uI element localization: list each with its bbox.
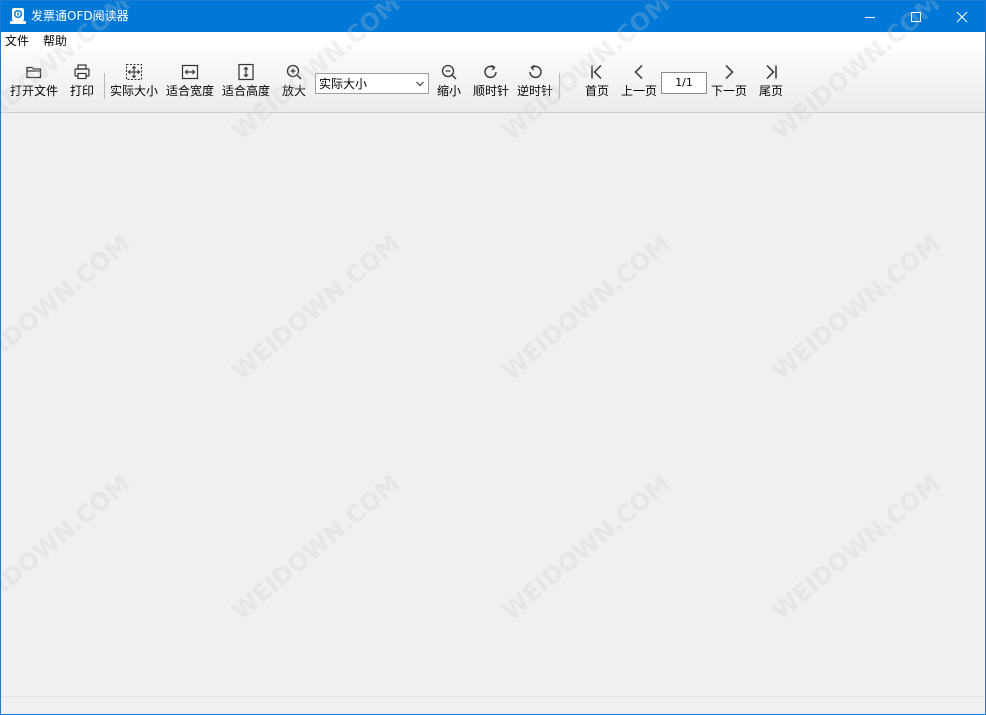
actual-size-label: 实际大小 bbox=[109, 84, 158, 98]
close-icon bbox=[956, 11, 968, 23]
zoom-in-label: 放大 bbox=[281, 84, 306, 98]
folder-icon bbox=[26, 66, 42, 79]
menu-help[interactable]: 帮助 bbox=[43, 34, 67, 49]
prev-page-button[interactable]: 上一页 bbox=[619, 63, 659, 103]
chevron-right-icon bbox=[725, 64, 734, 80]
app-window: 发票通OFD阅读器 文件 帮助 打开文件 打印 实际大小 适合宽度 适合高度 放… bbox=[0, 0, 986, 715]
fit-width-button[interactable]: 适合宽度 bbox=[165, 63, 215, 103]
maximize-button[interactable] bbox=[893, 1, 939, 32]
toolbar: 打开文件 打印 实际大小 适合宽度 适合高度 放大 缩小 顺时针 逆时针 首页 … bbox=[1, 51, 985, 113]
print-label: 打印 bbox=[69, 84, 94, 98]
zoom-out-button[interactable]: 缩小 bbox=[434, 63, 464, 103]
first-page-label: 首页 bbox=[584, 84, 609, 98]
minimize-icon bbox=[865, 17, 875, 18]
last-page-icon bbox=[766, 64, 777, 80]
actual-size-icon bbox=[125, 63, 143, 81]
fit-height-label: 适合高度 bbox=[221, 84, 270, 98]
maximize-icon bbox=[911, 12, 921, 22]
chevron-left-icon bbox=[634, 64, 643, 80]
fit-height-icon bbox=[238, 63, 254, 81]
rotate-counterclockwise-icon bbox=[529, 64, 542, 79]
open-file-button[interactable]: 打开文件 bbox=[8, 63, 60, 103]
next-page-label: 下一页 bbox=[710, 84, 747, 98]
first-page-button[interactable]: 首页 bbox=[581, 63, 613, 103]
status-bar bbox=[1, 696, 985, 714]
chevron-down-icon bbox=[416, 81, 424, 87]
actual-size-button[interactable]: 实际大小 bbox=[109, 63, 159, 103]
zoom-out-icon bbox=[441, 64, 457, 80]
zoom-level-value: 实际大小 bbox=[319, 77, 368, 91]
app-logo-icon bbox=[10, 8, 26, 24]
close-button[interactable] bbox=[939, 1, 985, 32]
fit-width-label: 适合宽度 bbox=[165, 84, 214, 98]
rotate-clockwise-button[interactable]: 顺时针 bbox=[471, 63, 511, 103]
rotate-clockwise-label: 顺时针 bbox=[472, 84, 509, 98]
fit-height-button[interactable]: 适合高度 bbox=[221, 63, 271, 103]
printer-icon bbox=[74, 64, 90, 80]
document-view-area[interactable] bbox=[1, 114, 985, 696]
fit-width-icon bbox=[181, 64, 199, 80]
open-file-label: 打开文件 bbox=[9, 84, 58, 98]
prev-page-label: 上一页 bbox=[620, 84, 657, 98]
minimize-button[interactable] bbox=[847, 1, 893, 32]
rotate-counterclockwise-label: 逆时针 bbox=[516, 84, 553, 98]
title-bar[interactable]: 发票通OFD阅读器 bbox=[1, 1, 985, 32]
zoom-level-select[interactable]: 实际大小 bbox=[315, 73, 429, 94]
window-title: 发票通OFD阅读器 bbox=[31, 9, 129, 23]
print-button[interactable]: 打印 bbox=[67, 63, 97, 103]
zoom-out-label: 缩小 bbox=[436, 84, 461, 98]
rotate-counterclockwise-button[interactable]: 逆时针 bbox=[515, 63, 555, 103]
toolbar-separator bbox=[104, 73, 105, 99]
menu-bar: 文件 帮助 bbox=[1, 32, 985, 51]
toolbar-separator bbox=[559, 73, 560, 99]
page-number-field[interactable]: 1/1 bbox=[661, 72, 707, 94]
rotate-clockwise-icon bbox=[484, 64, 497, 79]
zoom-in-icon bbox=[286, 64, 302, 80]
next-page-button[interactable]: 下一页 bbox=[709, 63, 749, 103]
menu-file[interactable]: 文件 bbox=[5, 34, 29, 49]
last-page-label: 尾页 bbox=[758, 84, 783, 98]
first-page-icon bbox=[591, 64, 602, 80]
last-page-button[interactable]: 尾页 bbox=[755, 63, 787, 103]
zoom-in-button[interactable]: 放大 bbox=[279, 63, 309, 103]
